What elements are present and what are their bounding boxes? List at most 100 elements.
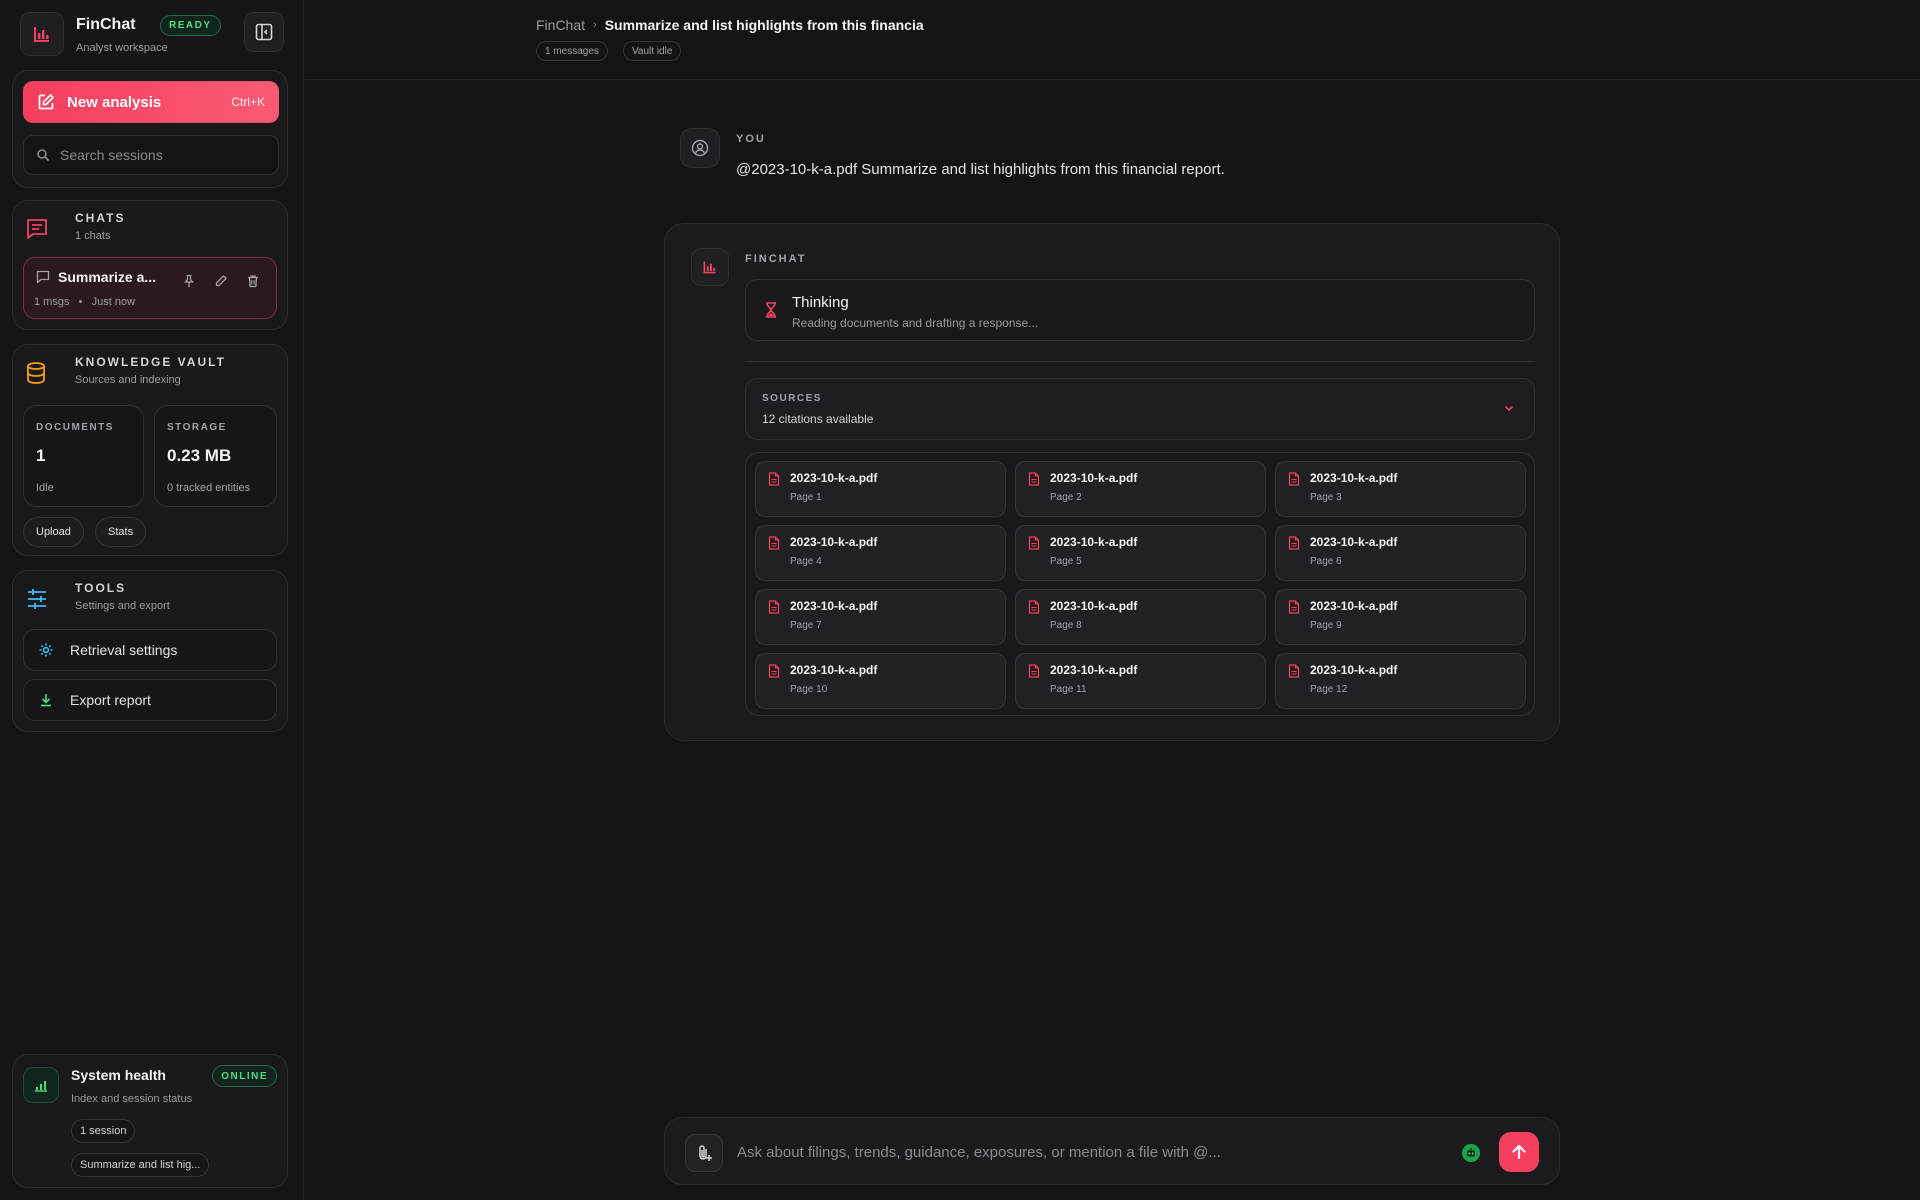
active-session-pill: Summarize and list hig... [71,1153,210,1177]
pdf-file-icon [768,664,780,678]
citation-card[interactable]: 2023-10-k-a.pdf Page 7 [755,589,1006,645]
system-health-panel: System health Index and session status O… [12,1054,288,1188]
citation-filename: 2023-10-k-a.pdf [1310,599,1398,613]
pencil-icon[interactable] [214,274,228,288]
breadcrumb-current: Summarize and list highlights from this … [604,17,924,33]
citation-card[interactable]: 2023-10-k-a.pdf Page 11 [1015,653,1266,709]
top-bar: FinChat › Summarize and list highlights … [305,0,1920,80]
attach-file-button[interactable] [685,1134,723,1172]
health-title: System health [71,1067,166,1083]
chats-panel: CHATS 1 chats Summarize a... 1 msgs • Ju… [12,200,288,330]
bot-status-icon[interactable] [1461,1143,1481,1163]
pdf-file-icon [768,536,780,550]
citation-filename: 2023-10-k-a.pdf [1050,471,1138,485]
user-avatar [680,128,720,168]
thinking-subtitle: Reading documents and drafting a respons… [792,316,1039,330]
composer [664,1117,1560,1185]
citation-card[interactable]: 2023-10-k-a.pdf Page 1 [755,461,1006,517]
citations-grid: 2023-10-k-a.pdf Page 1 2023-10-k-a.pdf Page… [745,452,1535,716]
divider [745,361,1535,362]
tools-subtitle: Settings and export [75,600,170,612]
retrieval-settings-button[interactable]: Retrieval settings [23,629,277,671]
chevron-right-icon: › [593,19,597,31]
session-count-pill: 1 session [71,1119,136,1143]
citation-filename: 2023-10-k-a.pdf [1050,535,1138,549]
chevron-down-icon [1502,401,1516,415]
citation-page: Page 8 [1050,620,1082,631]
vault-header: KNOWLEDGE VAULT Sources and indexing [25,355,275,391]
citation-card[interactable]: 2023-10-k-a.pdf Page 6 [1275,525,1526,581]
sources-toggle[interactable]: SOURCES 12 citations available [745,378,1535,440]
citation-card[interactable]: 2023-10-k-a.pdf Page 2 [1015,461,1266,517]
pdf-file-icon [1028,664,1040,678]
thinking-indicator: Thinking Reading documents and drafting … [745,279,1535,341]
pin-icon[interactable] [182,274,196,288]
citation-page: Page 2 [1050,492,1082,503]
citation-card[interactable]: 2023-10-k-a.pdf Page 10 [755,653,1006,709]
pdf-file-icon [1028,472,1040,486]
citation-filename: 2023-10-k-a.pdf [1310,535,1398,549]
citation-filename: 2023-10-k-a.pdf [790,599,878,613]
trash-icon[interactable] [246,274,260,288]
citation-filename: 2023-10-k-a.pdf [1310,471,1398,485]
pdf-file-icon [1288,536,1300,550]
citation-page: Page 10 [790,684,828,695]
send-button[interactable] [1499,1132,1539,1172]
breadcrumb-root[interactable]: FinChat [536,17,585,33]
online-badge: ONLINE [212,1065,277,1087]
bar-chart-logo-icon [20,12,64,56]
vault-subtitle: Sources and indexing [75,374,181,386]
citation-page: Page 5 [1050,556,1082,567]
citation-card[interactable]: 2023-10-k-a.pdf Page 8 [1015,589,1266,645]
citation-card[interactable]: 2023-10-k-a.pdf Page 4 [755,525,1006,581]
export-report-button[interactable]: Export report [23,679,277,721]
search-input[interactable]: Search sessions [23,135,279,175]
vault-title: KNOWLEDGE VAULT [75,355,226,369]
collapse-sidebar-button[interactable] [244,12,284,52]
pdf-file-icon [1288,600,1300,614]
search-icon [36,148,50,162]
stats-button[interactable]: Stats [95,517,147,547]
upload-button[interactable]: Upload [23,517,84,547]
pdf-file-icon [1288,472,1300,486]
citation-filename: 2023-10-k-a.pdf [1050,599,1138,613]
message-input[interactable] [737,1138,1437,1166]
storage-label: STORAGE [167,422,227,433]
chat-time: Just now [91,296,136,308]
citation-card[interactable]: 2023-10-k-a.pdf Page 9 [1275,589,1526,645]
pdf-file-icon [1028,600,1040,614]
documents-label: DOCUMENTS [36,422,114,433]
vault-status-pill: Vault idle [623,41,682,61]
new-analysis-button[interactable]: New analysis Ctrl+K [23,81,279,123]
paperclip-plus-icon [694,1143,714,1163]
pdf-file-icon [768,600,780,614]
citation-filename: 2023-10-k-a.pdf [790,663,878,677]
citation-card[interactable]: 2023-10-k-a.pdf Page 12 [1275,653,1526,709]
app-name: FinChat [76,16,136,33]
chat-lines-icon [25,217,49,241]
chats-header: CHATS 1 chats [25,211,275,247]
citation-page: Page 4 [790,556,822,567]
citation-card[interactable]: 2023-10-k-a.pdf Page 3 [1275,461,1526,517]
chat-meta: 1 msgs • Just now [34,296,135,308]
storage-status: 0 tracked entities [167,482,251,494]
citation-page: Page 3 [1310,492,1342,503]
citation-page: Page 1 [790,492,822,503]
user-circle-icon [691,139,709,157]
citation-page: Page 6 [1310,556,1342,567]
assistant-label: FINCHAT [745,253,807,265]
health-subtitle: Index and session status [71,1093,193,1105]
citation-page: Page 12 [1310,684,1348,695]
thinking-title: Thinking [792,294,849,311]
chat-list-item[interactable]: Summarize a... 1 msgs • Just now [23,257,277,319]
tools-panel: TOOLS Settings and export Retrieval sett… [12,570,288,732]
tools-header: TOOLS Settings and export [25,581,275,617]
storage-stat-card: STORAGE 0.23 MB 0 tracked entities [154,405,277,507]
citation-card[interactable]: 2023-10-k-a.pdf Page 5 [1015,525,1266,581]
search-placeholder: Search sessions [60,147,163,163]
chats-title: CHATS [75,211,126,225]
breadcrumb: FinChat › Summarize and list highlights … [536,17,924,33]
status-badge: READY [160,15,221,36]
bar-chart-icon [702,259,718,275]
documents-status: Idle [36,482,54,494]
